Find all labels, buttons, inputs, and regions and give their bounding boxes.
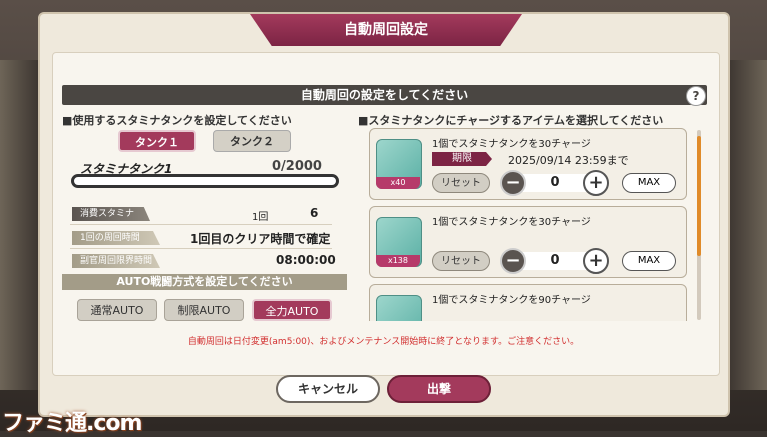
item-quantity-badge: x40	[376, 177, 420, 189]
reset-button[interactable]: リセット	[432, 173, 490, 193]
normal-auto-button[interactable]: 通常AUTO	[77, 299, 157, 321]
auto-mode-header: AUTO戦闘方式を設定してください	[62, 274, 347, 290]
item-list-scroll-thumb[interactable]	[697, 136, 701, 256]
dialog-title: 自動周回設定	[250, 14, 522, 46]
stamina-cost-unit: 1回	[252, 212, 269, 223]
tank-1-tab[interactable]: タンク１	[118, 130, 196, 152]
sortie-button[interactable]: 出撃	[387, 375, 491, 403]
loop-time-label: 1回の周回時間	[72, 231, 160, 245]
charge-item-card: x40 1個でスタミナタンクを30チャージ 期限 2025/09/14 23:5…	[369, 128, 687, 200]
plus-button[interactable]: +	[583, 170, 609, 196]
reset-button[interactable]: リセット	[432, 251, 490, 271]
cancel-button[interactable]: キャンセル	[276, 375, 380, 403]
item-section-title: ■スタミナタンクにチャージするアイテムを選択してください	[358, 114, 664, 127]
stamina-cost-label: 消費スタミナ	[72, 207, 150, 221]
stamina-tank-value: 0/2000	[272, 159, 322, 174]
expiry-badge: 期限	[432, 152, 492, 166]
item-description: 1個でスタミナタンクを30チャージ	[432, 217, 591, 228]
minus-button[interactable]: −	[500, 248, 526, 274]
max-button[interactable]: MAX	[622, 173, 676, 193]
full-auto-button[interactable]: 全力AUTO	[252, 299, 332, 321]
loop-limit-value: 08:00:00	[276, 253, 336, 267]
minus-button[interactable]: −	[500, 170, 526, 196]
divider	[70, 224, 332, 225]
divider	[70, 248, 332, 249]
auto-loop-notice: 自動周回は日付変更(am5:00)、およびメンテナンス開始時に終了となります。ご…	[187, 337, 580, 347]
plus-button[interactable]: +	[583, 248, 609, 274]
limited-auto-button[interactable]: 制限AUTO	[164, 299, 244, 321]
loop-limit-label: 副官周回限界時間	[72, 254, 160, 268]
item-quantity-badge: x138	[376, 255, 420, 267]
tank-section-title: ■使用するスタミナタンクを設定してください	[62, 114, 292, 127]
loop-time-value: 1回目のクリア時間で確定	[190, 232, 331, 246]
max-button[interactable]: MAX	[622, 251, 676, 271]
charge-item-card: 1個でスタミナタンクを90チャージ	[369, 284, 687, 321]
expiry-date: 2025/09/14 23:59まで	[508, 154, 629, 167]
item-count: 0	[520, 252, 590, 270]
stamina-tank-bar	[71, 174, 339, 188]
stamina-cost-value: 6	[310, 206, 319, 220]
tank-2-tab[interactable]: タンク２	[213, 130, 291, 152]
site-watermark: ファミ通.com	[2, 411, 142, 436]
stamina-potion-icon	[376, 295, 422, 321]
charge-item-card: x138 1個でスタミナタンクを30チャージ リセット 0 − + MAX	[369, 206, 687, 278]
help-button[interactable]: ?	[686, 86, 706, 106]
item-description: 1個でスタミナタンクを30チャージ	[432, 139, 591, 150]
charge-item-list[interactable]: x40 1個でスタミナタンクを30チャージ 期限 2025/09/14 23:5…	[369, 128, 691, 321]
item-description: 1個でスタミナタンクを90チャージ	[432, 295, 591, 306]
item-count: 0	[520, 174, 590, 192]
settings-header: 自動周回の設定をしてください	[62, 85, 707, 105]
